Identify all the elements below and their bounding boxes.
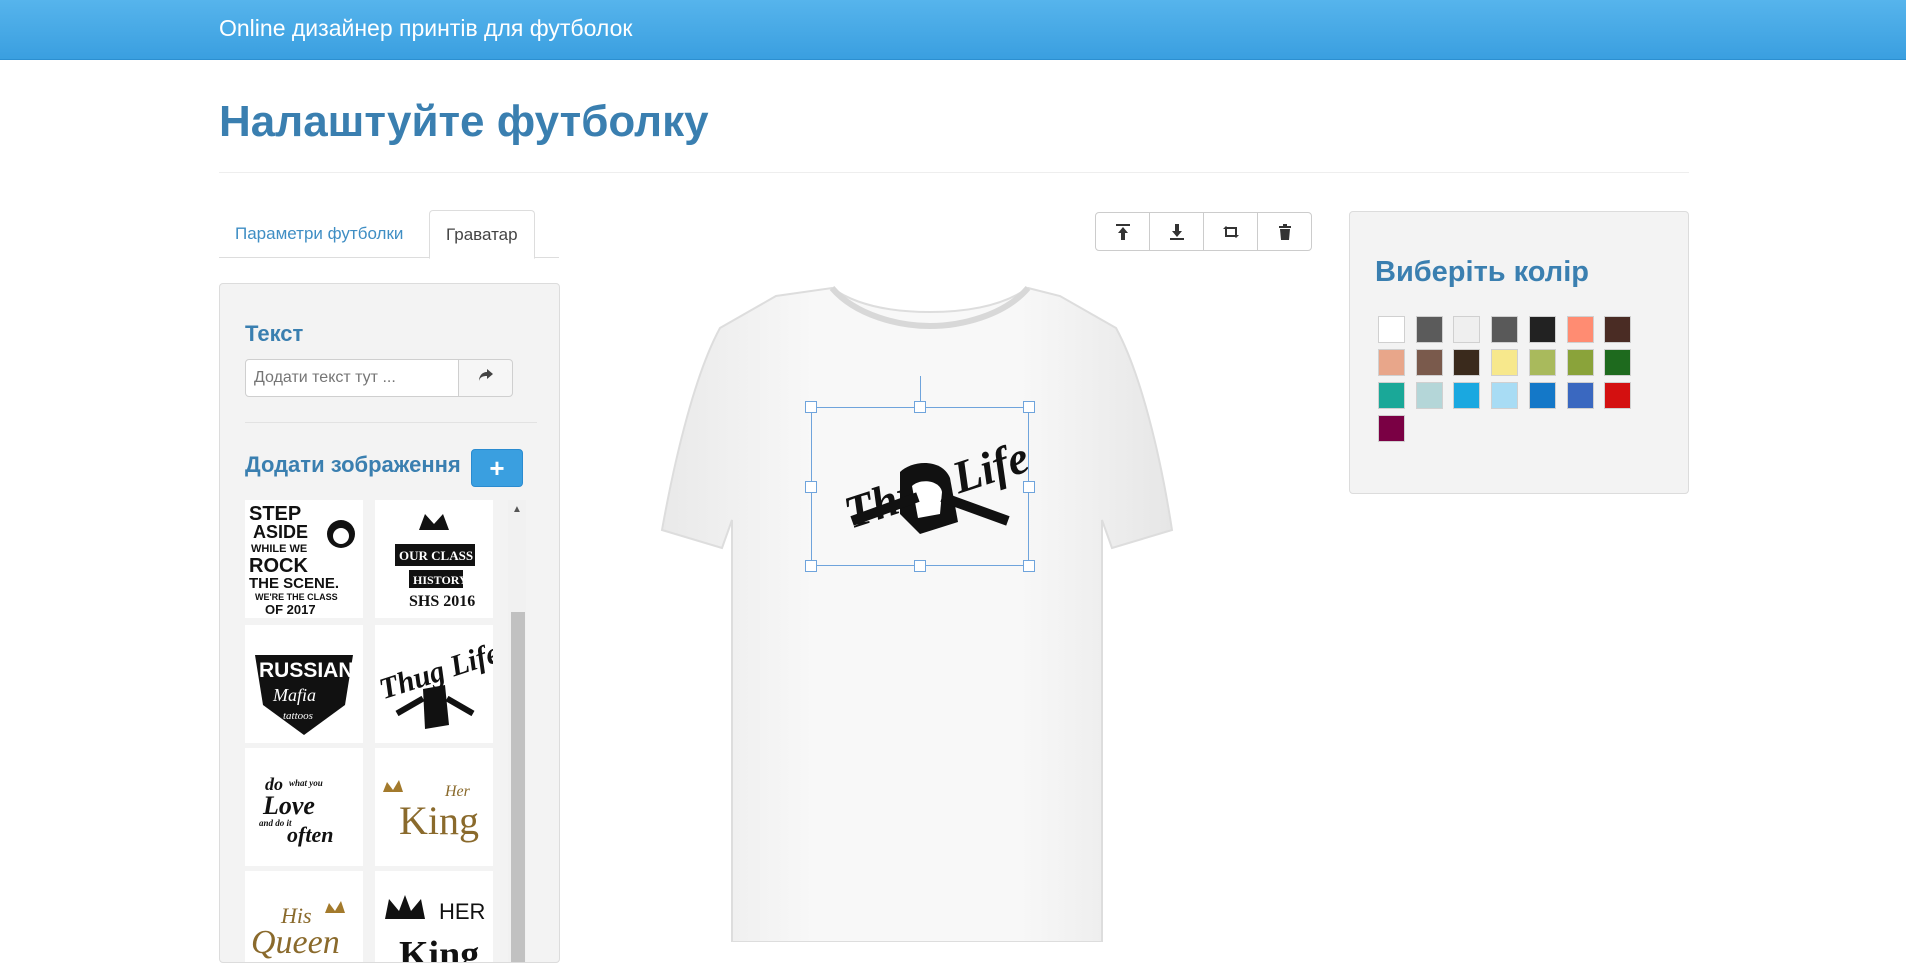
images-heading: Додати зображення xyxy=(245,452,461,477)
color-swatch[interactable] xyxy=(1453,349,1481,376)
align-top-icon xyxy=(1115,223,1130,240)
svg-text:SHS 2016: SHS 2016 xyxy=(409,593,475,610)
color-swatch[interactable] xyxy=(1415,316,1443,343)
gallery-item-her-king-crown[interactable]: HER King xyxy=(375,871,493,963)
svg-text:Love: Love xyxy=(262,791,315,820)
resize-handle-se[interactable] xyxy=(1023,560,1035,572)
gallery-item-do-what-you-love[interactable]: do what you Love and do it often xyxy=(245,748,363,866)
svg-text:THE SCENE.: THE SCENE. xyxy=(249,575,339,592)
top-navbar: Online дизайнер принтів для футболок xyxy=(0,0,1906,60)
selection-box[interactable] xyxy=(805,376,1035,572)
color-swatch[interactable] xyxy=(1453,382,1481,409)
color-swatch[interactable] xyxy=(1528,382,1556,409)
color-swatch[interactable] xyxy=(1378,415,1405,442)
gallery-scrollbar[interactable]: ▲ xyxy=(508,500,526,962)
gallery-item-thug-life[interactable]: Thug Life xyxy=(375,625,493,743)
align-bottom-icon xyxy=(1169,223,1184,240)
gallery-item-russian-mafia[interactable]: RUSSIAN Mafia tattoos xyxy=(245,625,363,743)
color-heading: Виберіть колір xyxy=(1375,256,1589,288)
image-gallery: STEP ASIDE WHILE WE ROCK THE SCENE. WE'RE T… xyxy=(245,500,535,963)
svg-text:HER: HER xyxy=(439,899,485,924)
color-swatch[interactable] xyxy=(1415,382,1443,409)
add-image-button[interactable]: + xyxy=(471,449,523,487)
retweet-icon xyxy=(1222,225,1239,238)
svg-text:King: King xyxy=(399,934,479,963)
panel-divider xyxy=(245,422,537,423)
svg-text:Mafia: Mafia xyxy=(272,685,316,705)
color-swatch[interactable] xyxy=(1378,349,1405,376)
bring-to-front-button[interactable] xyxy=(1096,213,1150,250)
color-swatch[interactable] xyxy=(1415,349,1443,376)
color-swatch[interactable] xyxy=(1604,349,1632,376)
send-to-back-button[interactable] xyxy=(1150,213,1204,250)
svg-text:ASIDE: ASIDE xyxy=(253,522,308,542)
color-swatch[interactable] xyxy=(1378,382,1405,409)
color-swatch[interactable] xyxy=(1566,316,1594,343)
svg-text:Queen: Queen xyxy=(251,924,340,961)
plus-icon: + xyxy=(489,453,505,483)
scroll-up-arrow-icon[interactable]: ▲ xyxy=(508,504,526,516)
svg-text:WE'RE THE CLASS: WE'RE THE CLASS xyxy=(255,592,338,602)
color-swatch[interactable] xyxy=(1491,349,1519,376)
color-swatch[interactable] xyxy=(1528,349,1556,376)
resize-handle-s[interactable] xyxy=(914,560,926,572)
text-heading: Текст xyxy=(245,321,304,346)
add-text-input[interactable] xyxy=(245,359,459,397)
resize-handle-w[interactable] xyxy=(805,481,817,493)
page-title: Налаштуйте футболку xyxy=(219,97,709,146)
svg-text:OUR CLASS: OUR CLASS xyxy=(399,548,473,563)
design-panel: Текст Додати зображення + STEPASIDE WHIL… xyxy=(219,283,560,963)
color-picker-panel: Виберіть колір xyxy=(1349,211,1689,494)
resize-handle-nw[interactable] xyxy=(805,401,817,413)
svg-text:what you: what you xyxy=(289,778,323,788)
gallery-item-step-aside[interactable]: STEP ASIDE WHILE WE ROCK THE SCENE. WE'RE T… xyxy=(245,500,363,618)
object-toolbar xyxy=(1095,212,1312,251)
svg-text:HISTORY: HISTORY xyxy=(413,573,468,587)
tab-gravatar[interactable]: Граватар xyxy=(429,210,535,259)
color-swatch[interactable] xyxy=(1528,316,1556,343)
color-swatch[interactable] xyxy=(1491,316,1519,343)
gallery-item-class-history[interactable]: OUR CLASS HISTORY SHS 2016 xyxy=(375,500,493,618)
tab-bar: Параметри футболки Граватар xyxy=(219,210,559,259)
title-divider xyxy=(219,172,1689,173)
share-arrow-icon xyxy=(478,369,493,381)
resize-handle-n[interactable] xyxy=(914,401,926,413)
color-swatch[interactable] xyxy=(1453,316,1481,343)
color-swatch[interactable] xyxy=(1491,382,1519,409)
svg-text:tattoos: tattoos xyxy=(283,710,313,722)
flip-button[interactable] xyxy=(1204,213,1258,250)
svg-text:often: often xyxy=(287,822,333,847)
color-swatch[interactable] xyxy=(1604,316,1632,343)
color-swatch[interactable] xyxy=(1566,349,1594,376)
resize-handle-sw[interactable] xyxy=(805,560,817,572)
trash-icon xyxy=(1278,223,1291,240)
svg-text:King: King xyxy=(399,798,479,843)
color-swatch[interactable] xyxy=(1566,382,1594,409)
scroll-thumb[interactable] xyxy=(511,612,525,962)
color-swatch[interactable] xyxy=(1604,382,1632,409)
resize-handle-e[interactable] xyxy=(1023,481,1035,493)
delete-button[interactable] xyxy=(1258,213,1311,250)
gallery-item-his-queen[interactable]: His Queen xyxy=(245,871,363,962)
rotate-handle-line[interactable] xyxy=(920,376,921,402)
tshirt-canvas[interactable]: Thug Life xyxy=(650,282,1210,942)
svg-text:WHILE WE: WHILE WE xyxy=(251,543,307,555)
brand-title[interactable]: Online дизайнер принтів для футболок xyxy=(219,15,632,42)
svg-text:ROCK: ROCK xyxy=(249,555,308,577)
svg-text:RUSSIAN: RUSSIAN xyxy=(259,659,354,682)
gallery-item-her-king[interactable]: Her King xyxy=(375,748,493,866)
tab-tshirt-params[interactable]: Параметри футболки xyxy=(219,210,419,258)
add-text-button[interactable] xyxy=(458,359,513,397)
color-swatch[interactable] xyxy=(1378,316,1405,343)
resize-handle-ne[interactable] xyxy=(1023,401,1035,413)
svg-text:OF 2017: OF 2017 xyxy=(265,602,316,617)
